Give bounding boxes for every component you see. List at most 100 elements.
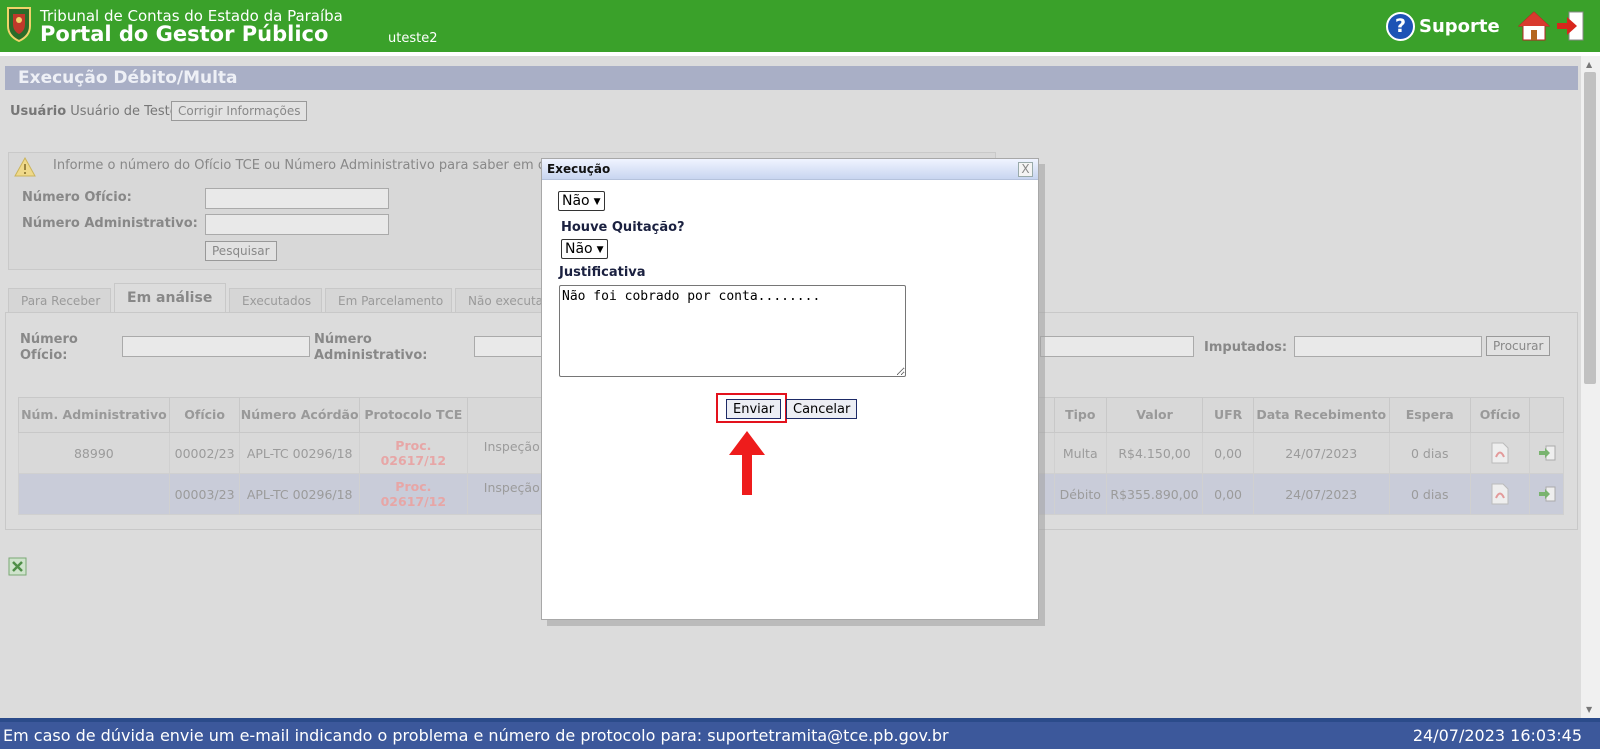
cell-espera: 0 dias xyxy=(1388,473,1471,515)
cell-pdf xyxy=(1469,473,1531,515)
col-tipo: Tipo xyxy=(1053,397,1107,433)
search-button[interactable]: Pesquisar xyxy=(205,241,277,261)
scroll-up-icon[interactable]: ▲ xyxy=(1586,60,1592,69)
col-action xyxy=(1529,397,1564,433)
col-protocolo: Protocolo TCE xyxy=(358,397,468,433)
col-espera: Espera xyxy=(1388,397,1471,433)
proc-number: 02617/12 xyxy=(380,453,447,468)
enter-icon[interactable] xyxy=(1538,445,1556,461)
procurar-button[interactable]: Procurar xyxy=(1486,336,1551,356)
execution-select[interactable]: Não ▼ xyxy=(558,191,605,211)
justificativa-textarea[interactable]: Não foi cobrado por conta........ xyxy=(559,285,906,377)
col-ufr: UFR xyxy=(1202,397,1254,433)
arrow-up-icon xyxy=(729,431,765,495)
quitacao-select-value: Não xyxy=(565,241,593,257)
tab-para-receber[interactable]: Para Receber xyxy=(8,288,111,312)
logged-username: uteste2 xyxy=(388,31,438,46)
col-data: Data Recebimento xyxy=(1252,397,1390,433)
tab-executados[interactable]: Executados xyxy=(229,288,322,312)
cell-data: 24/07/2023 xyxy=(1252,473,1390,515)
cell-oficio: 00002/23 xyxy=(168,432,241,474)
cell-protocolo[interactable]: Proc. 02617/12 xyxy=(358,432,468,474)
justificativa-label: Justificativa xyxy=(559,265,646,280)
user-label: Usuário xyxy=(10,104,67,119)
cell-oficio: 00003/23 xyxy=(168,473,241,515)
crest-logo-icon xyxy=(7,7,31,42)
execucao-dialog: Execução X Não ▼ Houve Quitação? Não ▼ Jus… xyxy=(541,158,1039,620)
execution-select-value: Não xyxy=(562,193,590,209)
filter-admin-input[interactable] xyxy=(474,336,546,357)
quitacao-label: Houve Quitação? xyxy=(561,220,685,235)
proc-prefix: Proc. xyxy=(395,438,432,453)
cell-action xyxy=(1529,473,1564,515)
user-info: Usuário Usuário de Teste xyxy=(10,104,178,119)
cell-action xyxy=(1529,432,1564,474)
home-icon[interactable] xyxy=(1518,10,1550,42)
filter-oficio-input[interactable] xyxy=(122,336,310,357)
col-oficio: Ofício xyxy=(168,397,241,433)
help-icon: ? xyxy=(1386,11,1415,41)
fix-info-button[interactable]: Corrigir Informações xyxy=(171,101,308,121)
oficio-label: Número Ofício: xyxy=(22,190,132,205)
tab-em-parcelamento[interactable]: Em Parcelamento xyxy=(325,288,452,312)
quitacao-select[interactable]: Não ▼ xyxy=(561,239,608,259)
user-value: Usuário de Teste xyxy=(70,104,178,119)
col-valor: Valor xyxy=(1105,397,1204,433)
tab-nao-executados[interactable]: Não executa xyxy=(455,288,545,312)
cell-espera: 0 dias xyxy=(1388,432,1471,474)
oficio-input[interactable] xyxy=(205,188,389,209)
cell-protocolo[interactable]: Proc. 02617/12 xyxy=(358,473,468,515)
cell-admin: 88990 xyxy=(18,432,170,474)
proc-prefix: Proc. xyxy=(395,479,432,494)
top-header: Tribunal de Contas do Estado da Paraíba … xyxy=(0,0,1600,52)
chevron-down-icon: ▼ xyxy=(596,245,604,255)
enter-icon[interactable] xyxy=(1538,486,1556,502)
excel-export-icon[interactable] xyxy=(8,557,27,576)
cell-acordao: APL-TC 00296/18 xyxy=(239,432,360,474)
footer-message: Em caso de dúvida envie um e-mail indica… xyxy=(3,726,949,745)
dialog-title: Execução xyxy=(547,162,611,176)
footer-bar: Em caso de dúvida envie um e-mail indica… xyxy=(0,718,1600,749)
dialog-titlebar: Execução X xyxy=(542,159,1038,180)
filter-admin-label: Número Administrativo: xyxy=(314,332,428,363)
filter-imputados-label: Imputados: xyxy=(1204,340,1288,355)
filter-extra-input[interactable] xyxy=(1040,336,1194,357)
filter-imputados-input[interactable] xyxy=(1294,336,1482,357)
cell-valor: R$4.150,00 xyxy=(1105,432,1204,474)
cell-tipo: Débito xyxy=(1053,473,1107,515)
admin-number-label: Número Administrativo: xyxy=(22,216,198,231)
warning-icon xyxy=(14,157,36,177)
cancel-button[interactable]: Cancelar xyxy=(786,399,858,419)
vertical-scrollbar[interactable]: ▲ ▼ xyxy=(1581,56,1600,718)
proc-number: 02617/12 xyxy=(380,494,447,509)
cell-ufr: 0,00 xyxy=(1202,432,1254,474)
cell-valor: R$355.890,00 xyxy=(1105,473,1204,515)
send-button[interactable]: Enviar xyxy=(726,399,782,419)
support-label: Suporte xyxy=(1419,15,1500,37)
page-title: Execução Débito/Multa xyxy=(18,68,238,88)
cell-acordao: APL-TC 00296/18 xyxy=(239,473,360,515)
portal-name: Portal do Gestor Público xyxy=(40,22,329,46)
support-link[interactable]: ? Suporte xyxy=(1386,11,1500,41)
scroll-thumb[interactable] xyxy=(1584,72,1596,384)
admin-number-input[interactable] xyxy=(205,214,389,235)
cell-data: 24/07/2023 xyxy=(1252,432,1390,474)
cell-admin xyxy=(18,473,170,515)
exit-icon[interactable] xyxy=(1555,10,1587,42)
filter-oficio-label: Número Ofício: xyxy=(20,332,78,363)
col-num-admin: Núm. Administrativo xyxy=(18,397,170,433)
page-title-bar: Execução Débito/Multa xyxy=(5,66,1578,90)
close-icon[interactable]: X xyxy=(1018,162,1033,177)
tab-em-analise[interactable]: Em análise xyxy=(114,283,226,312)
pdf-icon[interactable] xyxy=(1490,483,1510,505)
cell-ufr: 0,00 xyxy=(1202,473,1254,515)
cell-tipo: Multa xyxy=(1053,432,1107,474)
footer-datetime: 24/07/2023 16:03:45 xyxy=(1412,726,1582,745)
scroll-down-icon[interactable]: ▼ xyxy=(1586,705,1592,714)
col-acordao: Número Acórdão xyxy=(239,397,360,433)
info-text: Informe o número do Ofício TCE ou Número… xyxy=(53,158,553,173)
pdf-icon[interactable] xyxy=(1490,442,1510,464)
chevron-down-icon: ▼ xyxy=(593,197,601,207)
col-oficio-doc: Ofício xyxy=(1469,397,1531,433)
cell-pdf xyxy=(1469,432,1531,474)
